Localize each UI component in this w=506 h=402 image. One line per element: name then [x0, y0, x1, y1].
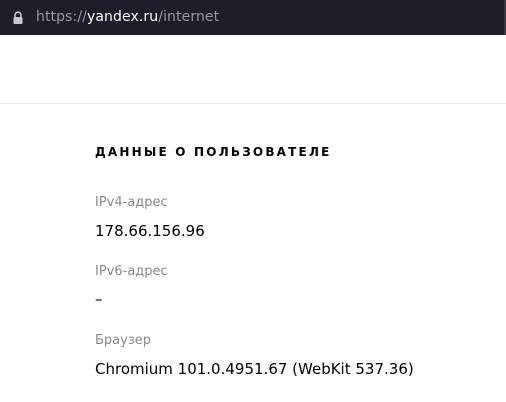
ipv4-value: 178.66.156.96 [95, 222, 205, 240]
ipv6-label: IPv6-адрес [95, 264, 168, 279]
browser-value: Chromium 101.0.4951.67 (WebKit 537.36) [95, 360, 414, 378]
url-host: yandex.ru [86, 9, 159, 25]
url-text[interactable]: https://yandex.ru/internet [36, 8, 219, 26]
url-field[interactable]: https://yandex.ru/internet [0, 0, 506, 33]
section-title: ДАННЫЕ О ПОЛЬЗОВАТЕЛЕ [95, 145, 332, 159]
url-path: /internet [158, 9, 220, 25]
url-scheme: https:// [36, 9, 87, 25]
ipv6-value: – [95, 290, 103, 308]
page-header [0, 35, 506, 104]
browser-label: Браузер [95, 333, 151, 348]
ipv4-label: IPv4-адрес [95, 195, 168, 210]
browser-address-bar: https://yandex.ru/internet [0, 0, 506, 35]
lock-icon[interactable] [11, 10, 25, 24]
